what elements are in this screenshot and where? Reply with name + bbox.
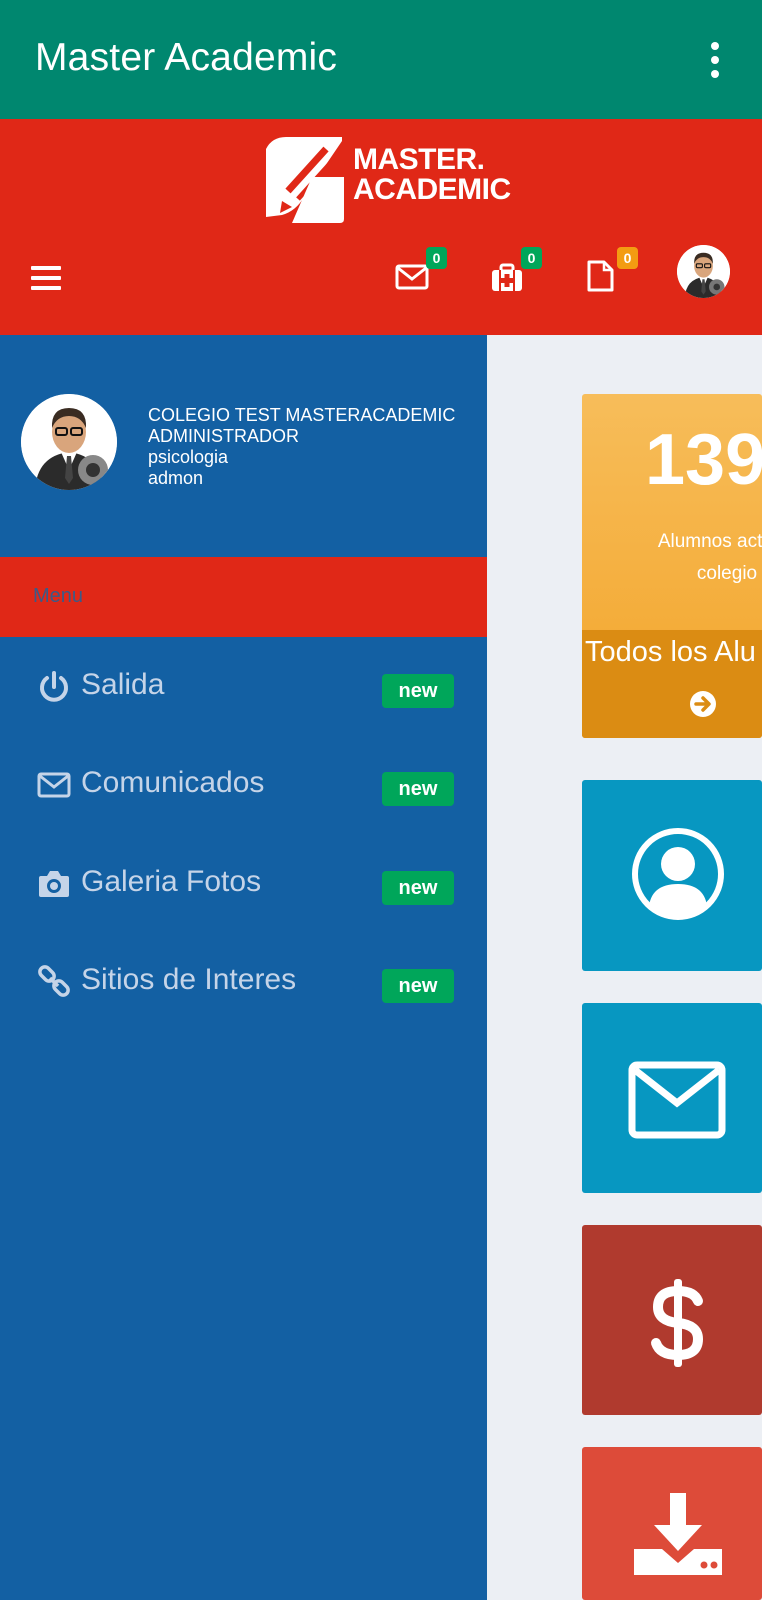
user-school: COLEGIO TEST MASTERACADEMIC bbox=[148, 405, 456, 425]
admin-avatar-icon bbox=[677, 245, 730, 298]
sidebar-item-label: Comunicados bbox=[81, 766, 265, 799]
documents-button[interactable]: 0 bbox=[586, 247, 638, 293]
more-vert-icon[interactable] bbox=[700, 38, 730, 82]
sidebar-item-galeria-fotos[interactable]: Galeria Fotos new bbox=[0, 838, 487, 928]
pencil-logo-icon bbox=[266, 137, 344, 223]
dollar-icon bbox=[651, 1279, 704, 1367]
logo-line2: ACADEMIC bbox=[353, 173, 511, 206]
user-circle-icon bbox=[632, 828, 724, 920]
payments-tile[interactable] bbox=[582, 1225, 762, 1415]
sidebar-item-label: Sitios de Interes bbox=[81, 963, 297, 996]
messages-button[interactable]: 0 bbox=[395, 247, 447, 293]
user-avatar[interactable] bbox=[21, 394, 117, 490]
new-badge: new bbox=[382, 772, 454, 806]
health-count-badge: 0 bbox=[521, 247, 542, 269]
students-footer-link[interactable]: Todos los Alu bbox=[582, 630, 762, 738]
sidebar-item-comunicados[interactable]: Comunicados new bbox=[0, 739, 487, 829]
menu-header-label: Menu bbox=[33, 585, 84, 607]
logo-wordmark: MASTER. ACADEMIC bbox=[353, 145, 511, 205]
sidebar-item-sitios-de-interes[interactable]: Sitios de Interes new bbox=[0, 936, 487, 1026]
user-info: COLEGIO TEST MASTERACADEMIC ADMINISTRADO… bbox=[148, 405, 455, 489]
students-subtitle-line2: colegio bbox=[696, 563, 758, 584]
user-panel: COLEGIO TEST MASTERACADEMIC ADMINISTRADO… bbox=[0, 335, 487, 557]
downloads-tile[interactable] bbox=[582, 1447, 762, 1600]
students-subtitle-line1: Alumnos activos bbox=[657, 531, 762, 552]
top-header: MASTER. ACADEMIC 0 0 0 bbox=[0, 119, 762, 335]
students-stat-tile: 139 Alumnos activos colegio Todos los Al… bbox=[582, 394, 762, 738]
new-badge: new bbox=[382, 969, 454, 1003]
new-badge: new bbox=[382, 871, 454, 905]
sidebar-item-salida[interactable]: Salida new bbox=[0, 641, 487, 731]
user-role: ADMINISTRADOR bbox=[148, 426, 300, 446]
medkit-icon bbox=[492, 263, 522, 291]
health-button[interactable]: 0 bbox=[490, 247, 542, 293]
admin-avatar-icon bbox=[21, 394, 117, 490]
file-icon bbox=[587, 260, 614, 292]
arrow-circle-right-icon bbox=[690, 691, 716, 717]
sidebar-item-label: Salida bbox=[81, 668, 165, 701]
user-login: admon bbox=[148, 468, 204, 488]
sidebar-item-label: Galeria Fotos bbox=[81, 865, 262, 898]
students-footer-label: Todos los Alu bbox=[585, 636, 756, 668]
hamburger-menu-icon[interactable] bbox=[31, 266, 61, 290]
envelope-icon bbox=[395, 264, 429, 290]
download-icon bbox=[634, 1493, 722, 1575]
master-academic-logo[interactable]: MASTER. ACADEMIC bbox=[252, 127, 522, 227]
power-icon bbox=[40, 671, 68, 702]
header-avatar[interactable] bbox=[677, 245, 730, 298]
envelope-icon bbox=[628, 1061, 726, 1139]
students-subtitle: Alumnos activos colegio bbox=[612, 526, 762, 590]
camera-icon bbox=[39, 871, 69, 897]
students-count: 139 bbox=[645, 420, 762, 500]
profile-tile[interactable] bbox=[582, 780, 762, 971]
menu-header: Menu bbox=[0, 557, 487, 637]
new-badge: new bbox=[382, 674, 454, 708]
messages-count-badge: 0 bbox=[426, 247, 447, 269]
user-area: psicologia bbox=[148, 447, 229, 467]
envelope-icon bbox=[37, 772, 71, 798]
link-icon bbox=[38, 965, 70, 997]
sidebar: COLEGIO TEST MASTERACADEMIC ADMINISTRADO… bbox=[0, 335, 487, 1600]
logo-line1: MASTER. bbox=[353, 143, 485, 176]
app-bar: Master Academic bbox=[0, 0, 762, 119]
app-title: Master Academic bbox=[35, 36, 338, 79]
messages-tile[interactable] bbox=[582, 1003, 762, 1193]
documents-count-badge: 0 bbox=[617, 247, 638, 269]
